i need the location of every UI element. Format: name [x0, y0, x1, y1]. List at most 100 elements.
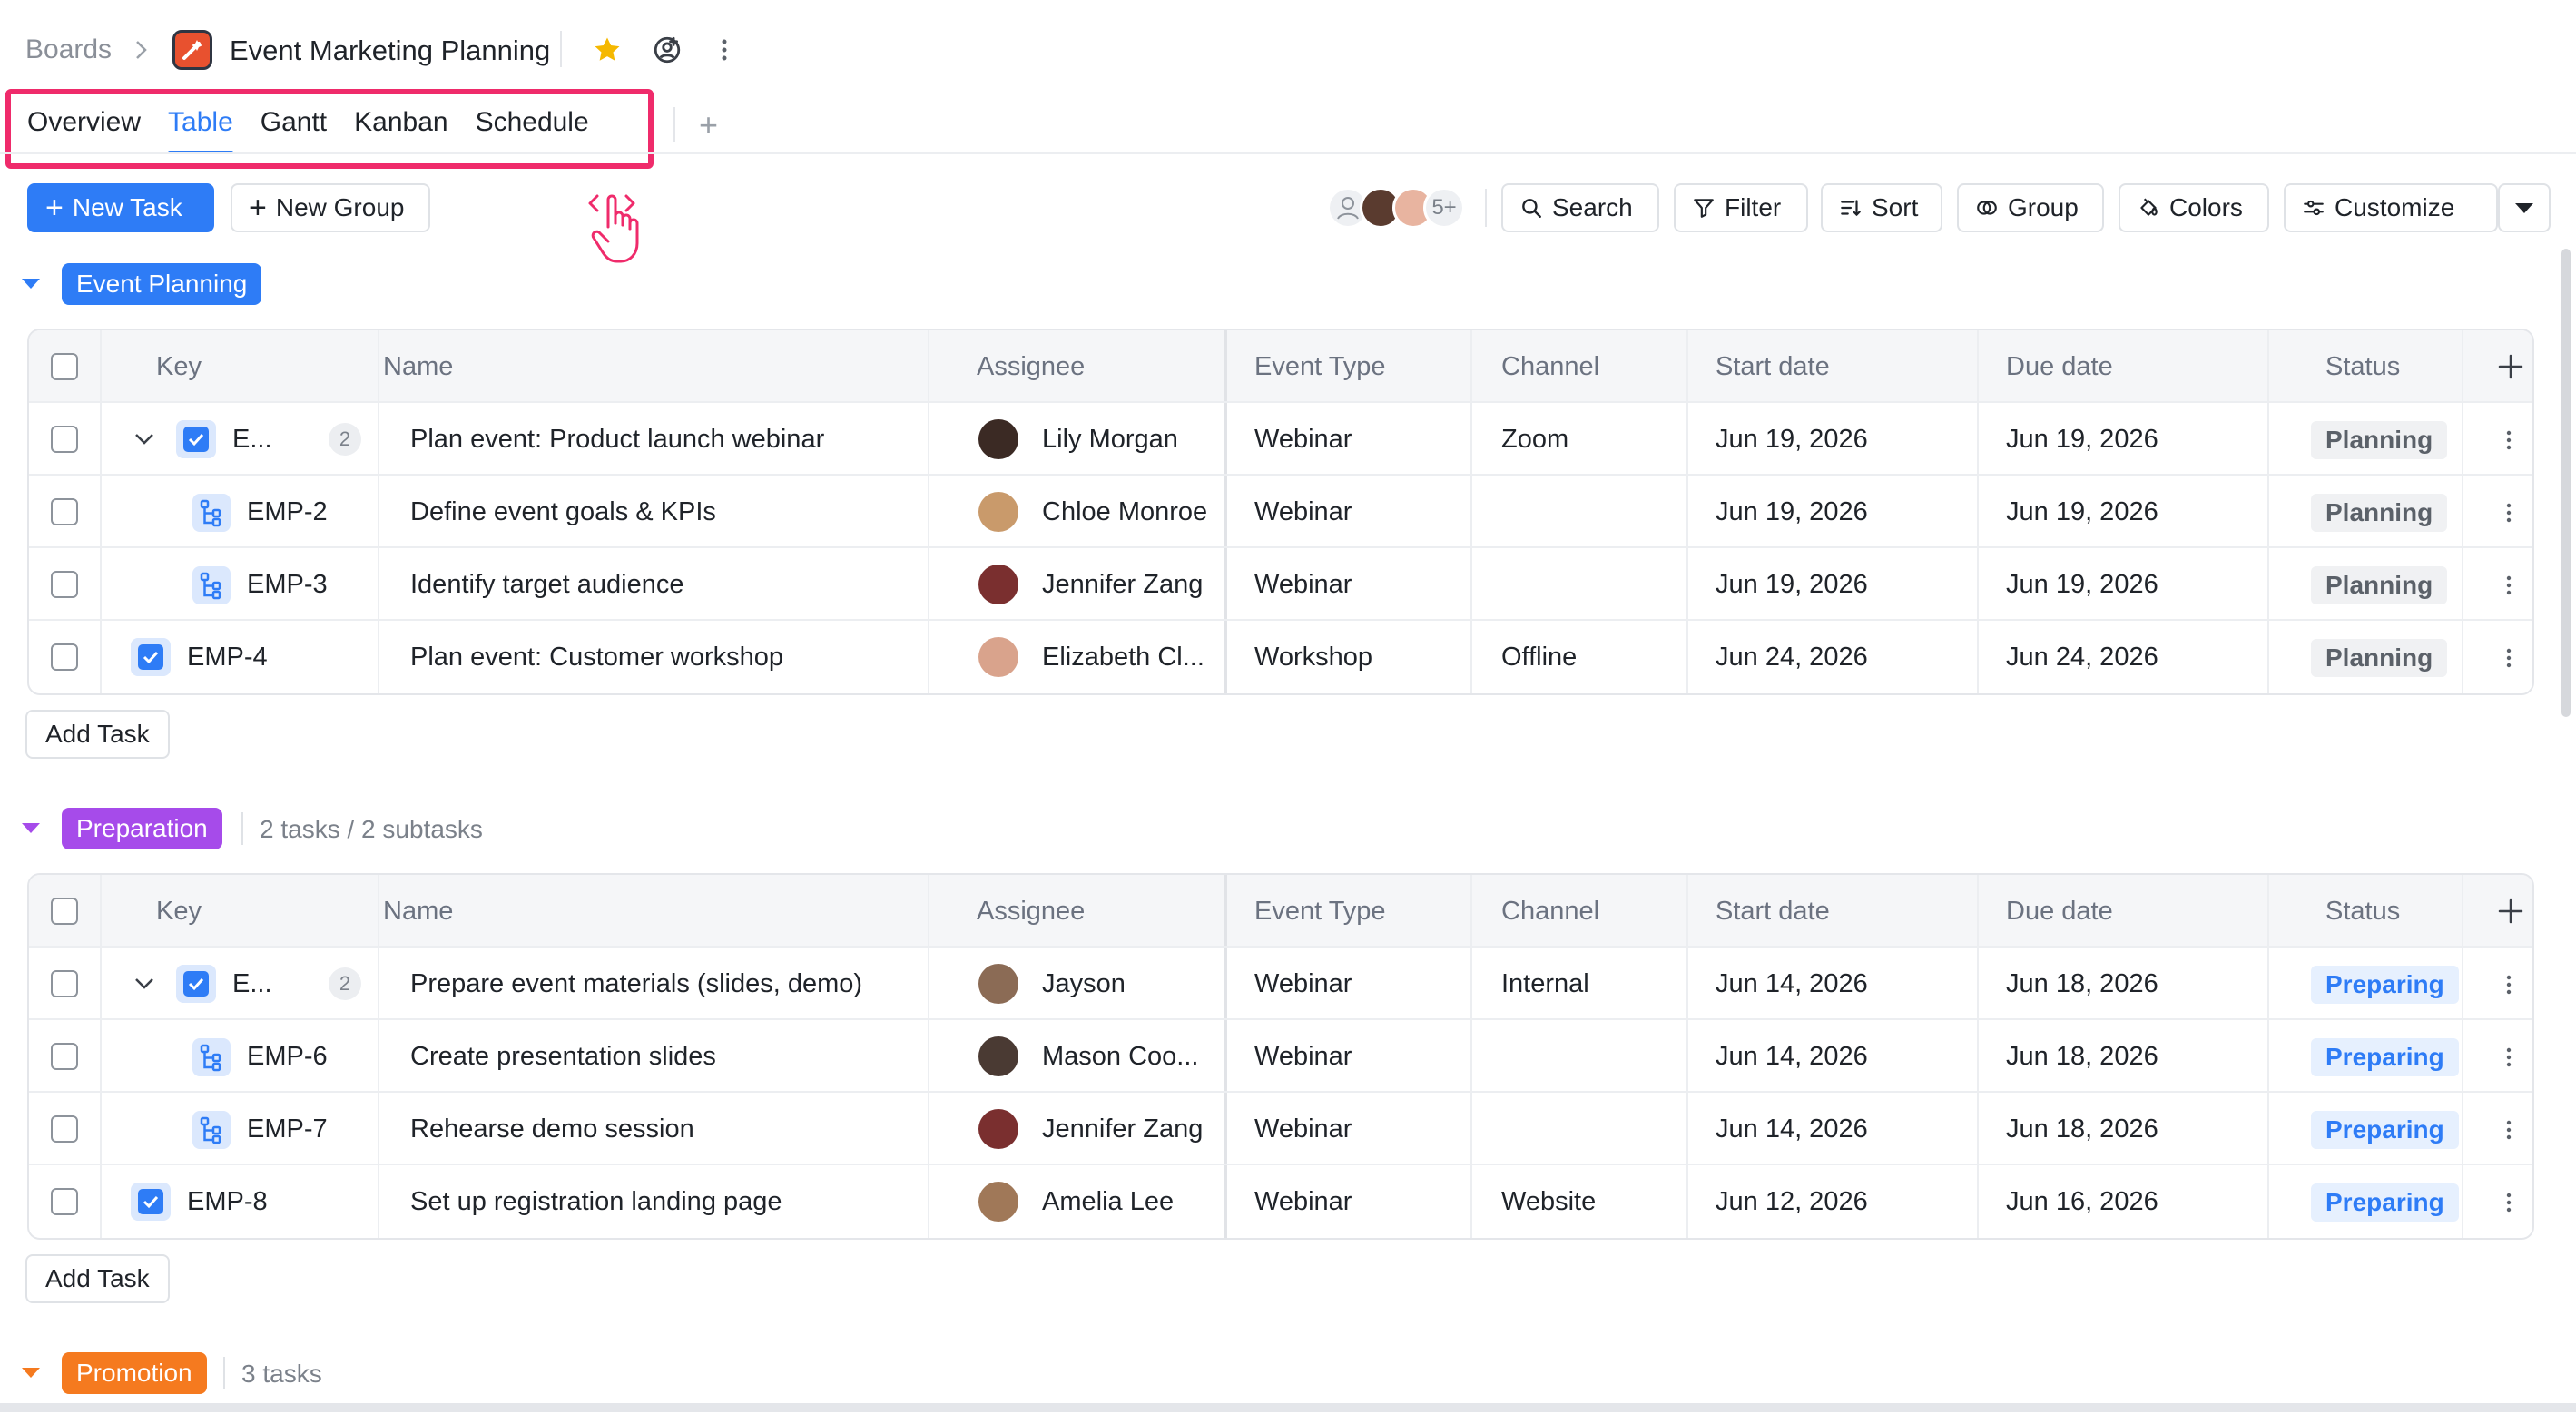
star-icon[interactable]	[592, 34, 623, 70]
add-task-button[interactable]: Add Task	[25, 710, 170, 759]
task-name[interactable]: Plan event: Product launch webinar	[410, 403, 824, 476]
customize-button[interactable]: Customize	[2284, 183, 2498, 232]
column-header-name[interactable]: Name	[383, 875, 453, 948]
task-key[interactable]: E...	[232, 403, 272, 476]
column-header-key[interactable]: Key	[156, 330, 202, 403]
row-checkbox[interactable]	[51, 498, 78, 525]
status-badge[interactable]: Planning	[2311, 566, 2448, 604]
due-date-value[interactable]: Jun 19, 2026	[2006, 476, 2158, 548]
start-date-value[interactable]: Jun 19, 2026	[1716, 403, 1868, 476]
event-type-value[interactable]: Webinar	[1254, 1093, 1352, 1165]
due-date-value[interactable]: Jun 19, 2026	[2006, 403, 2158, 476]
group-name-badge[interactable]: Promotion	[62, 1352, 207, 1394]
row-checkbox[interactable]	[51, 571, 78, 598]
more-members-badge[interactable]: 5+	[1423, 187, 1465, 229]
breadcrumb-boards-link[interactable]: Boards	[25, 34, 112, 65]
toolbar-dropdown-button[interactable]	[2498, 183, 2551, 232]
event-type-value[interactable]: Webinar	[1254, 476, 1352, 548]
start-date-value[interactable]: Jun 19, 2026	[1716, 548, 1868, 621]
column-header-channel[interactable]: Channel	[1501, 875, 1599, 948]
due-date-value[interactable]: Jun 18, 2026	[2006, 948, 2158, 1020]
event-type-value[interactable]: Webinar	[1254, 948, 1352, 1020]
due-date-value[interactable]: Jun 16, 2026	[2006, 1165, 2158, 1238]
new-task-button[interactable]: + New Task	[27, 183, 214, 232]
row-checkbox[interactable]	[51, 643, 78, 671]
task-name[interactable]: Create presentation slides	[410, 1020, 716, 1093]
task-name[interactable]: Rehearse demo session	[410, 1093, 694, 1165]
event-type-value[interactable]: Workshop	[1254, 621, 1372, 693]
event-type-value[interactable]: Webinar	[1254, 1165, 1352, 1238]
assignee-name[interactable]: Chloe Monroe	[1042, 476, 1207, 548]
status-badge[interactable]: Planning	[2311, 421, 2448, 459]
status-badge[interactable]: Preparing	[2311, 1183, 2459, 1222]
due-date-value[interactable]: Jun 24, 2026	[2006, 621, 2158, 693]
column-header-status[interactable]: Status	[2325, 330, 2400, 403]
row-more-vertical-icon[interactable]	[2503, 501, 2514, 529]
task-key[interactable]: EMP-3	[247, 548, 328, 621]
new-group-button[interactable]: + New Group	[231, 183, 430, 232]
group-collapse-chevron-icon[interactable]	[20, 820, 42, 840]
table-row[interactable]: EMP-7 Rehearse demo session Jennifer Zang W…	[29, 1093, 2532, 1165]
tab-schedule[interactable]: Schedule	[468, 94, 609, 154]
tab-gantt[interactable]: Gantt	[253, 94, 347, 154]
column-header-channel[interactable]: Channel	[1501, 330, 1599, 403]
column-header-eventType[interactable]: Event Type	[1254, 330, 1386, 403]
start-date-value[interactable]: Jun 14, 2026	[1716, 1020, 1868, 1093]
select-all-checkbox[interactable]	[51, 353, 78, 380]
status-badge[interactable]: Planning	[2311, 639, 2448, 677]
row-checkbox[interactable]	[51, 426, 78, 453]
share-user-icon[interactable]	[652, 34, 683, 70]
group-collapse-chevron-icon[interactable]	[20, 276, 42, 295]
group-name-badge[interactable]: Preparation	[62, 808, 222, 849]
more-vertical-icon[interactable]	[717, 36, 732, 68]
column-header-name[interactable]: Name	[383, 330, 453, 403]
tab-overview[interactable]: Overview	[20, 94, 161, 154]
channel-value[interactable]: Offline	[1501, 621, 1577, 693]
due-date-value[interactable]: Jun 19, 2026	[2006, 548, 2158, 621]
column-header-start[interactable]: Start date	[1716, 875, 1830, 948]
expand-chevron-icon[interactable]	[131, 971, 158, 1001]
task-key[interactable]: E...	[232, 948, 272, 1020]
task-key[interactable]: EMP-4	[187, 621, 268, 693]
start-date-value[interactable]: Jun 24, 2026	[1716, 621, 1868, 693]
group-button[interactable]: Group	[1957, 183, 2104, 232]
assignee-name[interactable]: Jayson	[1042, 948, 1126, 1020]
task-name[interactable]: Define event goals & KPIs	[410, 476, 716, 548]
task-key[interactable]: EMP-6	[247, 1020, 328, 1093]
row-checkbox[interactable]	[51, 1043, 78, 1070]
colors-button[interactable]: Colors	[2119, 183, 2269, 232]
row-more-vertical-icon[interactable]	[2503, 1118, 2514, 1146]
channel-value[interactable]: Internal	[1501, 948, 1589, 1020]
task-name[interactable]: Identify target audience	[410, 548, 683, 621]
table-row[interactable]: EMP-6 Create presentation slides Mason Coo…	[29, 1020, 2532, 1093]
select-all-checkbox[interactable]	[51, 898, 78, 925]
table-row[interactable]: EMP-4 Plan event: Customer workshop Elizab…	[29, 621, 2532, 693]
assignee-name[interactable]: Amelia Lee	[1042, 1165, 1174, 1238]
tab-kanban[interactable]: Kanban	[347, 94, 467, 154]
row-checkbox[interactable]	[51, 1188, 78, 1215]
channel-value[interactable]: Website	[1501, 1165, 1596, 1238]
column-header-eventType[interactable]: Event Type	[1254, 875, 1386, 948]
column-header-start[interactable]: Start date	[1716, 330, 1830, 403]
task-key[interactable]: EMP-8	[187, 1165, 268, 1238]
due-date-value[interactable]: Jun 18, 2026	[2006, 1020, 2158, 1093]
table-row[interactable]: E... 2 Plan event: Product launch webinar L…	[29, 403, 2532, 476]
sort-button[interactable]: Sort	[1821, 183, 1942, 232]
assignee-name[interactable]: Jennifer Zang	[1042, 548, 1203, 621]
vertical-scrollbar[interactable]	[2561, 249, 2571, 717]
status-badge[interactable]: Preparing	[2311, 1111, 2459, 1149]
column-header-key[interactable]: Key	[156, 875, 202, 948]
add-column-plus-icon[interactable]	[2496, 897, 2525, 930]
row-more-vertical-icon[interactable]	[2503, 1191, 2514, 1219]
assignee-name[interactable]: Elizabeth Cl...	[1042, 621, 1204, 693]
assignee-name[interactable]: Jennifer Zang	[1042, 1093, 1203, 1165]
due-date-value[interactable]: Jun 18, 2026	[2006, 1093, 2158, 1165]
column-header-assignee[interactable]: Assignee	[977, 875, 1085, 948]
search-button[interactable]: Search	[1501, 183, 1659, 232]
table-row[interactable]: EMP-2 Define event goals & KPIs Chloe Monr…	[29, 476, 2532, 548]
column-header-assignee[interactable]: Assignee	[977, 330, 1085, 403]
task-key[interactable]: EMP-2	[247, 476, 328, 548]
group-collapse-chevron-icon[interactable]	[20, 1365, 42, 1384]
status-badge[interactable]: Preparing	[2311, 1038, 2459, 1076]
expand-chevron-icon[interactable]	[131, 427, 158, 457]
